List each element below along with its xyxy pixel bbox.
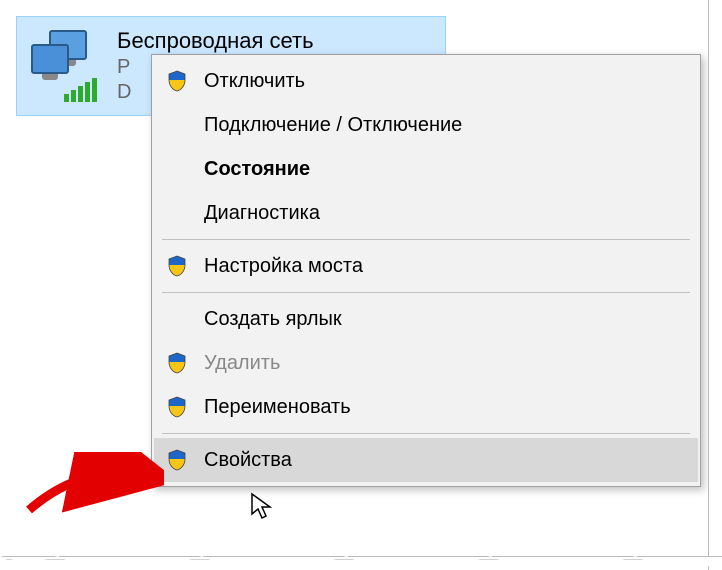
menu-item-label: Удалить: [204, 352, 280, 375]
menu-item-label: Подключение / Отключение: [204, 114, 462, 137]
menu-separator: [162, 292, 690, 293]
uac-shield-icon: [164, 253, 190, 279]
menu-separator: [162, 433, 690, 434]
menu-item-label: Состояние: [204, 158, 310, 181]
menu-item-подключение-отключение[interactable]: Подключение / Отключение: [154, 103, 698, 147]
menu-item-удалить: Удалить: [154, 341, 698, 385]
empty-icon: [164, 156, 190, 182]
menu-item-свойства[interactable]: Свойства: [154, 438, 698, 482]
empty-icon: [164, 306, 190, 332]
menu-item-состояние[interactable]: Состояние: [154, 147, 698, 191]
uac-shield-icon: [164, 447, 190, 473]
menu-separator: [162, 239, 690, 240]
menu-item-label: Переименовать: [204, 396, 351, 419]
menu-item-переименовать[interactable]: Переименовать: [154, 385, 698, 429]
network-adapter-icon: [25, 26, 105, 106]
menu-item-label: Отключить: [204, 70, 305, 93]
torn-edge-right: [708, 0, 722, 570]
menu-item-диагностика[interactable]: Диагностика: [154, 191, 698, 235]
empty-icon: [164, 112, 190, 138]
menu-item-label: Свойства: [204, 449, 292, 472]
uac-shield-icon: [164, 68, 190, 94]
menu-item-настройка-моста[interactable]: Настройка моста: [154, 244, 698, 288]
uac-shield-icon: [164, 350, 190, 376]
empty-icon: [164, 200, 190, 226]
network-title: Беспроводная сеть: [117, 28, 314, 54]
wifi-signal-icon: [64, 78, 97, 102]
menu-item-label: Создать ярлык: [204, 308, 342, 331]
menu-item-отключить[interactable]: Отключить: [154, 59, 698, 103]
menu-item-создать-ярлык[interactable]: Создать ярлык: [154, 297, 698, 341]
context-menu: Отключить Подключение / Отключение Состоян…: [151, 54, 701, 487]
torn-edge-bottom: [0, 556, 722, 570]
menu-item-label: Настройка моста: [204, 255, 363, 278]
uac-shield-icon: [164, 394, 190, 420]
menu-item-label: Диагностика: [204, 202, 320, 225]
